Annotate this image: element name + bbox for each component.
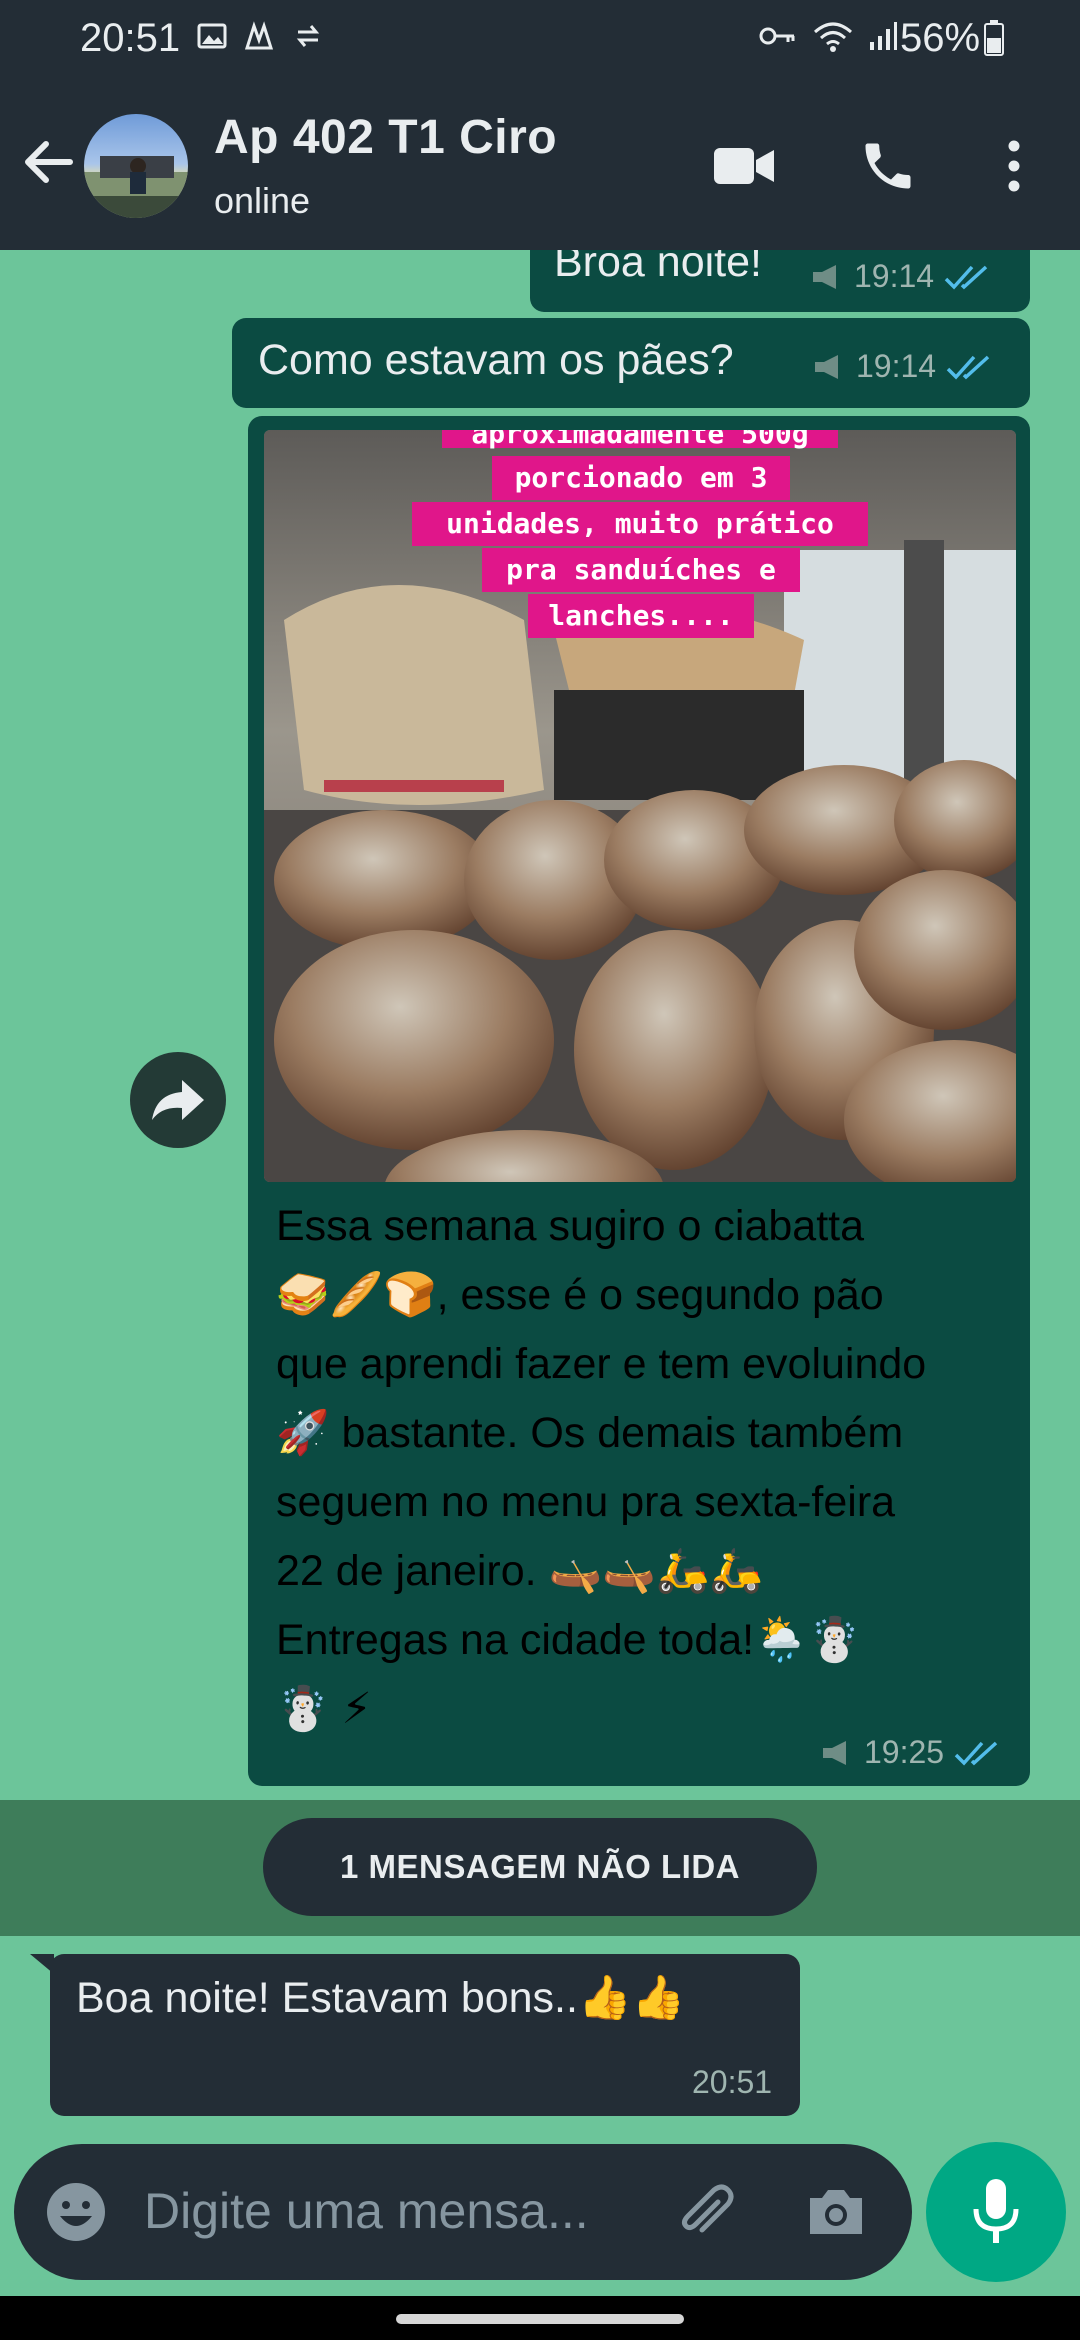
back-button[interactable] bbox=[18, 132, 78, 192]
message-time: 20:51 bbox=[692, 2064, 773, 2100]
message-text: Boa noite! Estavam bons..👍👍 bbox=[76, 1974, 686, 2022]
broadcast-icon bbox=[815, 354, 838, 379]
phone-icon bbox=[865, 143, 911, 189]
message-time: 19:25 bbox=[864, 1734, 945, 1770]
transfer-icon bbox=[292, 20, 324, 52]
bread-photo[interactable]: aproximadamente 500g porcionado em 3 uni… bbox=[264, 430, 1016, 1182]
video-call-button[interactable] bbox=[712, 134, 776, 198]
battery-percent: 56% bbox=[900, 16, 981, 60]
voice-message-button[interactable] bbox=[926, 2142, 1066, 2282]
voice-call-button[interactable] bbox=[856, 134, 920, 198]
unread-messages-label: 1 MENSAGEM NÃO LIDA bbox=[263, 1818, 817, 1916]
camera-button[interactable] bbox=[804, 2180, 868, 2244]
read-ticks-icon bbox=[946, 355, 990, 380]
wifi-icon bbox=[812, 20, 854, 59]
message-time: 19:14 bbox=[854, 258, 935, 294]
microphone-icon bbox=[973, 2179, 1019, 2243]
image-caption-line: porcionado em 3 bbox=[492, 456, 790, 500]
contact-avatar[interactable] bbox=[84, 114, 188, 218]
status-notification-icons bbox=[196, 20, 324, 52]
camera-icon bbox=[810, 2190, 862, 2234]
forward-button[interactable] bbox=[130, 1052, 226, 1148]
forward-arrow-icon bbox=[152, 1080, 204, 1120]
message-time: 19:14 bbox=[856, 348, 937, 384]
home-gesture-handle[interactable] bbox=[396, 2314, 684, 2324]
message-text: Como estavam os pães? bbox=[258, 336, 734, 384]
message-caption-text: Essa semana sugiro o ciabatta 🥪🥖🍞, esse … bbox=[276, 1202, 927, 1733]
battery-icon bbox=[984, 20, 1004, 61]
chat-header: Ap 402 T1 Ciro online bbox=[0, 82, 1080, 250]
app-notification-icon bbox=[244, 20, 276, 52]
broadcast-icon bbox=[813, 264, 836, 289]
paperclip-icon bbox=[681, 2184, 734, 2233]
vpn-key-icon bbox=[758, 20, 798, 59]
message-input[interactable]: Digite uma mensa... bbox=[144, 2182, 589, 2240]
more-options-button[interactable] bbox=[982, 134, 1046, 198]
contact-name[interactable]: Ap 402 T1 Ciro bbox=[214, 110, 557, 165]
message-input-bar: Digite uma mensa... bbox=[14, 2144, 912, 2280]
status-time: 20:51 bbox=[80, 16, 181, 60]
image-caption-line: pra sanduíches e bbox=[482, 548, 800, 592]
contact-status: online bbox=[214, 180, 311, 221]
read-ticks-icon bbox=[954, 1741, 998, 1766]
gallery-icon bbox=[196, 20, 228, 52]
status-bar: 20:51 56% bbox=[0, 0, 1080, 82]
image-caption-line: unidades, muito prático bbox=[412, 502, 868, 546]
message-outgoing[interactable]: Como estavam os pães? 19:14 bbox=[232, 318, 1030, 408]
status-system-icons bbox=[758, 20, 898, 59]
video-camera-icon bbox=[714, 148, 774, 184]
message-meta: 19:25 bbox=[820, 1734, 1000, 1771]
image-caption-line: lanches.... bbox=[528, 594, 754, 638]
emoji-button[interactable] bbox=[44, 2180, 108, 2244]
attach-button[interactable] bbox=[674, 2180, 738, 2244]
image-caption-line: aproximadamente 500g bbox=[442, 430, 838, 450]
emoji-icon bbox=[47, 2183, 105, 2241]
read-ticks-icon bbox=[944, 265, 988, 290]
message-meta: 19:14 bbox=[812, 348, 992, 385]
broadcast-icon bbox=[823, 1740, 846, 1765]
more-vert-icon bbox=[1008, 140, 1020, 192]
message-meta: 19:14 bbox=[810, 258, 990, 295]
back-arrow-icon bbox=[25, 141, 73, 183]
signal-icon bbox=[868, 20, 898, 59]
message-incoming[interactable]: Boa noite! Estavam bons..👍👍 20:51 bbox=[30, 1954, 800, 2116]
bubble-tail bbox=[30, 1954, 54, 1974]
